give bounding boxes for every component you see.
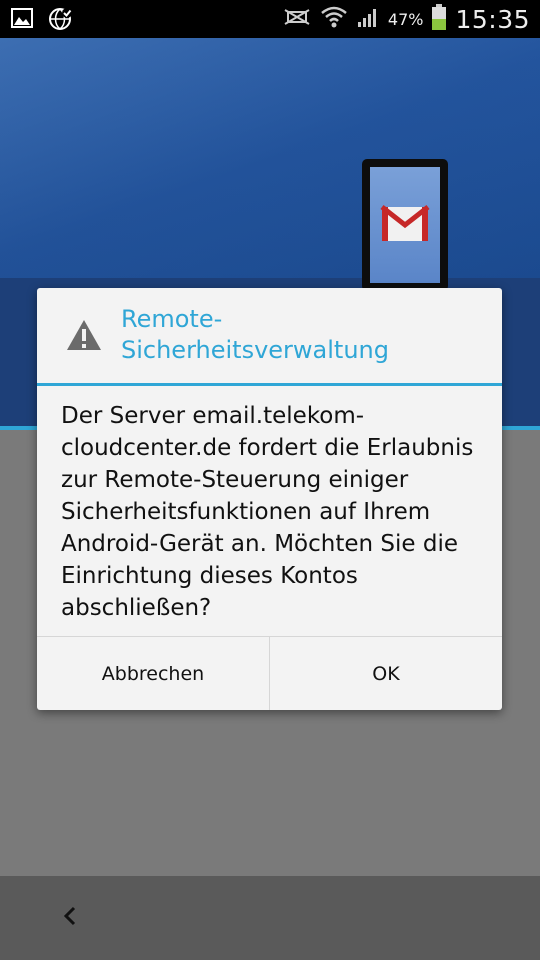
globe-sync-icon (48, 6, 74, 36)
warning-icon (65, 318, 103, 352)
dialog-buttons: Abbrechen OK (37, 636, 502, 710)
back-button[interactable] (52, 900, 88, 936)
battery-icon (431, 3, 447, 35)
ok-button[interactable]: OK (269, 637, 502, 710)
bottom-bar (0, 876, 540, 960)
gallery-icon (10, 6, 34, 36)
security-dialog: Remote-Sicherheitsverwaltung Der Server … (37, 288, 502, 710)
wifi-icon (320, 5, 348, 33)
dialog-divider (37, 383, 502, 386)
status-bar: 47% 15:35 (0, 0, 540, 38)
dialog-message: Der Server email.telekom-cloudcenter.de … (61, 403, 474, 621)
cancel-button[interactable]: Abbrechen (37, 637, 269, 710)
dialog-header: Remote-Sicherheitsverwaltung (37, 288, 502, 384)
clock: 15:35 (455, 4, 530, 34)
battery-percent: 47% (387, 9, 424, 29)
phone-illustration (362, 159, 448, 291)
gmail-icon (380, 203, 430, 247)
status-bar-left (10, 6, 74, 36)
dialog-title: Remote-Sicherheitsverwaltung (121, 305, 389, 364)
signal-icon (356, 5, 380, 33)
chevron-left-icon (62, 905, 78, 931)
nfc-muted-icon (282, 6, 312, 32)
status-bar-right: 47% 15:35 (282, 0, 530, 38)
